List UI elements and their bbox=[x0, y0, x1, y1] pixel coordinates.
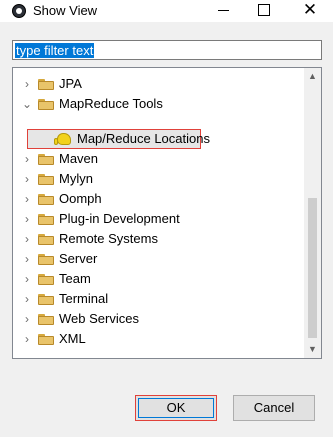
chevron-right-icon[interactable]: › bbox=[21, 229, 33, 249]
chevron-down-icon[interactable]: ⌄ bbox=[21, 94, 33, 114]
cancel-button[interactable]: Cancel bbox=[233, 395, 315, 421]
dialog-client-area: type filter text › JPA ⌄ MapReduce Tools… bbox=[0, 22, 333, 437]
chevron-right-icon[interactable]: › bbox=[21, 269, 33, 289]
tree-item-xml[interactable]: › XML bbox=[13, 329, 303, 349]
tree-item-mapreduce-tools[interactable]: ⌄ MapReduce Tools bbox=[13, 94, 303, 114]
tree-item-server[interactable]: › Server bbox=[13, 249, 303, 269]
folder-icon bbox=[38, 294, 54, 305]
folder-icon bbox=[38, 99, 54, 110]
folder-icon bbox=[38, 334, 54, 345]
tree-item-label: JPA bbox=[59, 76, 82, 91]
minimize-icon bbox=[218, 10, 229, 11]
folder-icon bbox=[38, 194, 54, 205]
minimize-button[interactable] bbox=[204, 0, 248, 22]
scroll-thumb[interactable] bbox=[308, 198, 317, 338]
chevron-right-icon[interactable]: › bbox=[21, 249, 33, 269]
window-title: Show View bbox=[33, 3, 98, 18]
tree-item-label: Plug-in Development bbox=[59, 211, 180, 226]
chevron-right-icon[interactable]: › bbox=[21, 169, 33, 189]
tree-item-label: Mylyn bbox=[59, 171, 93, 186]
folder-icon bbox=[38, 234, 54, 245]
tree-item-jpa[interactable]: › JPA bbox=[13, 74, 303, 94]
tree-item-map-reduce-locations-content: Map/Reduce Locations bbox=[13, 129, 303, 149]
tree-item-label: Map/Reduce Locations bbox=[77, 131, 210, 146]
tree-item-label: Terminal bbox=[59, 291, 109, 306]
tree-item-remote-systems[interactable]: › Remote Systems bbox=[13, 229, 303, 249]
tree-item-terminal[interactable]: › Terminal bbox=[13, 289, 303, 309]
filter-input-text: type filter text bbox=[15, 43, 95, 58]
title-bar: Show View ✕ bbox=[0, 0, 333, 22]
scroll-up-icon[interactable]: ▲ bbox=[304, 68, 321, 85]
tree-item-label: Team bbox=[59, 271, 91, 286]
close-button[interactable]: ✕ bbox=[288, 0, 332, 22]
folder-icon bbox=[38, 314, 54, 325]
tree-item-label: XML bbox=[59, 331, 86, 346]
folder-icon bbox=[38, 214, 54, 225]
scroll-down-icon[interactable]: ▼ bbox=[304, 341, 321, 358]
chevron-right-icon[interactable]: › bbox=[21, 209, 33, 229]
chevron-right-icon[interactable]: › bbox=[21, 309, 33, 329]
view-tree[interactable]: › JPA ⌄ MapReduce Tools Map/Reduce Locat… bbox=[12, 67, 322, 359]
tree-item-mylyn[interactable]: › Mylyn bbox=[13, 169, 303, 189]
maximize-icon bbox=[258, 4, 270, 16]
tree-item-label: Maven bbox=[59, 151, 99, 166]
ok-button-label: OK bbox=[166, 400, 186, 415]
close-icon: ✕ bbox=[302, 0, 318, 19]
tree-item-label: Web Services bbox=[59, 311, 139, 326]
chevron-right-icon[interactable]: › bbox=[21, 149, 33, 169]
chevron-right-icon[interactable]: › bbox=[21, 289, 33, 309]
tree-item-label: Oomph bbox=[59, 191, 102, 206]
chevron-right-icon[interactable]: › bbox=[21, 74, 33, 94]
folder-icon bbox=[38, 254, 54, 265]
tree-item-oomph[interactable]: › Oomph bbox=[13, 189, 303, 209]
folder-icon bbox=[38, 154, 54, 165]
folder-icon bbox=[38, 274, 54, 285]
folder-icon bbox=[38, 174, 54, 185]
filter-input[interactable]: type filter text bbox=[12, 40, 322, 60]
hadoop-elephant-icon bbox=[54, 133, 71, 145]
chevron-right-icon[interactable]: › bbox=[21, 329, 33, 349]
tree-item-label: Remote Systems bbox=[59, 231, 158, 246]
eclipse-app-icon bbox=[12, 4, 26, 18]
maximize-button[interactable] bbox=[244, 0, 288, 22]
tree-item-team[interactable]: › Team bbox=[13, 269, 303, 289]
folder-icon bbox=[38, 79, 54, 90]
ok-button[interactable]: OK bbox=[135, 395, 217, 421]
chevron-right-icon[interactable]: › bbox=[21, 189, 33, 209]
cancel-button-label: Cancel bbox=[253, 400, 295, 415]
tree-scrollbar[interactable]: ▲ ▼ bbox=[304, 68, 321, 358]
tree-item-label: MapReduce Tools bbox=[59, 96, 163, 111]
tree-item-maven[interactable]: › Maven bbox=[13, 149, 303, 169]
tree-item-web-services[interactable]: › Web Services bbox=[13, 309, 303, 329]
tree-item-plug-in-development[interactable]: › Plug-in Development bbox=[13, 209, 303, 229]
tree-item-label: Server bbox=[59, 251, 98, 266]
